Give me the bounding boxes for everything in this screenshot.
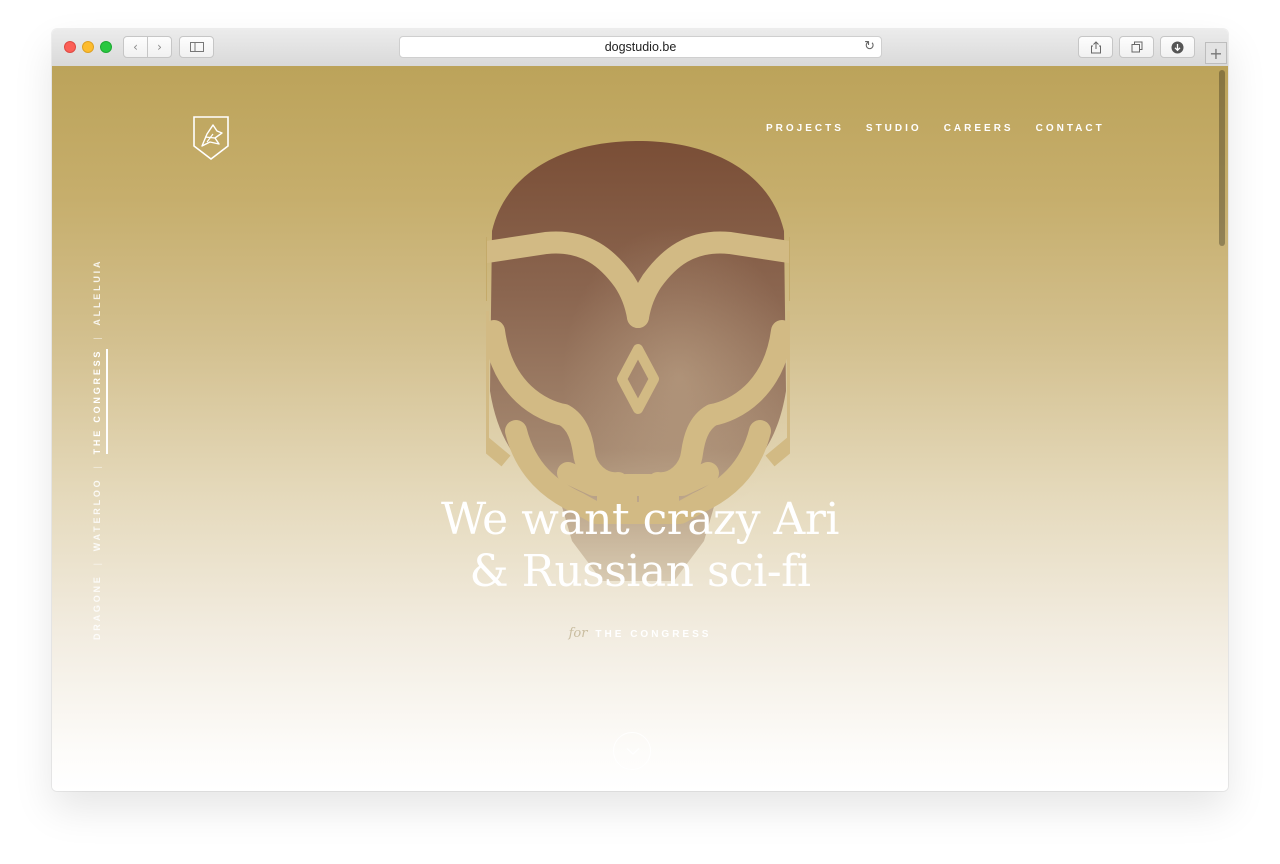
hero-headline: We want crazy Ari & Russian sci-fi bbox=[52, 494, 1228, 598]
side-nav-separator: | bbox=[92, 334, 102, 340]
close-window-button[interactable] bbox=[64, 41, 76, 53]
nav-studio[interactable]: STUDIO bbox=[866, 123, 922, 134]
sidebar-toggle-button[interactable] bbox=[179, 36, 214, 58]
chevron-down-icon bbox=[626, 748, 640, 755]
url-text: dogstudio.be bbox=[604, 40, 677, 54]
webpage: PROJECTS STUDIO CAREERS CONTACT DRAGONE … bbox=[52, 66, 1228, 791]
page-scrollbar[interactable] bbox=[1219, 70, 1225, 246]
side-nav-separator: | bbox=[92, 463, 102, 469]
downloads-button[interactable] bbox=[1160, 36, 1195, 58]
sidebar-icon bbox=[189, 42, 204, 52]
project-name: THE CONGRESS bbox=[595, 629, 712, 640]
project-link[interactable]: for THE CONGRESS bbox=[52, 626, 1228, 641]
browser-window: ‹ › dogstudio.be ↻ PROJECTS STUDIO CAREE… bbox=[52, 29, 1228, 791]
share-button[interactable] bbox=[1078, 36, 1113, 58]
reload-icon[interactable]: ↻ bbox=[864, 39, 875, 54]
forward-button[interactable]: › bbox=[147, 36, 172, 58]
side-nav-the-congress[interactable]: THE CONGRESS bbox=[92, 349, 102, 455]
tabs-overview-button[interactable] bbox=[1119, 36, 1154, 58]
headline-line-1: We want crazy Ari bbox=[441, 494, 839, 545]
tabs-icon bbox=[1131, 41, 1142, 53]
minimize-window-button[interactable] bbox=[82, 41, 94, 53]
share-icon bbox=[1090, 40, 1101, 53]
main-nav: PROJECTS STUDIO CAREERS CONTACT bbox=[766, 123, 1127, 134]
plus-icon: + bbox=[1209, 43, 1223, 63]
nav-projects[interactable]: PROJECTS bbox=[766, 123, 844, 134]
back-button[interactable]: ‹ bbox=[123, 36, 148, 58]
browser-toolbar: ‹ › dogstudio.be ↻ bbox=[52, 29, 1228, 67]
scroll-down-button[interactable] bbox=[613, 732, 651, 770]
chevron-left-icon: ‹ bbox=[133, 40, 138, 54]
headline-line-2: & Russian sci-fi bbox=[469, 546, 811, 597]
new-tab-button[interactable]: + bbox=[1205, 42, 1227, 64]
dogstudio-logo-icon[interactable] bbox=[193, 116, 229, 160]
history-nav: ‹ › bbox=[123, 36, 173, 58]
nav-careers[interactable]: CAREERS bbox=[944, 123, 1014, 134]
chevron-right-icon: › bbox=[157, 40, 162, 54]
side-nav-alleluia[interactable]: ALLELUIA bbox=[92, 259, 102, 326]
for-label: for bbox=[568, 626, 588, 641]
zoom-window-button[interactable] bbox=[100, 41, 112, 53]
download-icon bbox=[1171, 41, 1184, 53]
address-bar[interactable]: dogstudio.be ↻ bbox=[399, 36, 882, 58]
nav-contact[interactable]: CONTACT bbox=[1036, 123, 1105, 134]
